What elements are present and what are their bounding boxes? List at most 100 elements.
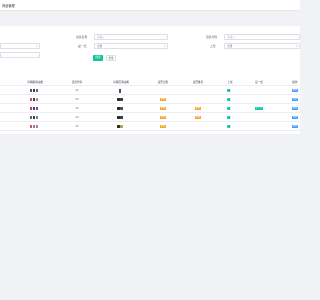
sale-edit-button[interactable]: 编辑 xyxy=(159,97,167,102)
col-header-sale: 是否出售 xyxy=(157,81,169,84)
slide-image-cell xyxy=(112,95,128,104)
code-cell: 20 xyxy=(75,89,79,92)
edit-button[interactable]: 编辑 xyxy=(291,124,299,129)
edit-button[interactable]: 编辑 xyxy=(291,88,299,93)
thumb-figure xyxy=(29,116,33,119)
thumb-figure xyxy=(120,125,123,128)
left-select[interactable]: ▾ xyxy=(0,42,40,49)
slide-image-cell xyxy=(112,86,128,95)
listed-toggle[interactable] xyxy=(227,98,233,101)
thumb-figure xyxy=(29,89,33,92)
recommend-cell: 编辑 xyxy=(189,104,207,113)
col-header-action: 操作 xyxy=(292,81,298,84)
filter-label-is-one: 是一式 xyxy=(78,44,87,48)
item-thumbnail xyxy=(29,116,39,119)
table-row: 20 编辑 编辑 是一式 编辑 xyxy=(0,104,300,113)
name-input[interactable]: 请输入 xyxy=(94,33,168,40)
table-row: 20 编辑 编辑 xyxy=(0,122,300,131)
filter-label-code: 道具代码 xyxy=(206,35,218,39)
filter-label-listed: 上架 xyxy=(210,44,216,48)
left-extra-input[interactable] xyxy=(0,52,40,58)
table-row: 20 编辑 编辑 xyxy=(0,95,300,104)
code-cell: 20 xyxy=(75,116,79,119)
recommend-edit-button[interactable]: 编辑 xyxy=(194,106,202,111)
thumb-figure xyxy=(32,107,36,110)
thumb-figure xyxy=(29,107,33,110)
action-cell: 编辑 xyxy=(290,113,300,122)
top-bar: 商品管理 xyxy=(0,0,300,11)
chevron-down-icon: ▾ xyxy=(296,44,298,48)
item-thumbnail xyxy=(117,125,123,128)
listed-toggle[interactable] xyxy=(227,89,233,92)
listed-cell xyxy=(224,104,236,113)
table-row: 20 编辑 编辑 编辑 xyxy=(0,113,300,122)
action-cell: 编辑 xyxy=(290,86,300,95)
listed-select-value: 全部 xyxy=(227,44,233,48)
thumb-figure xyxy=(118,88,122,93)
thumb-figure xyxy=(29,125,33,128)
is-one-select[interactable]: 全部 ▾ xyxy=(94,42,168,49)
search-button[interactable]: 搜索 xyxy=(93,55,103,61)
detail-image-cell xyxy=(22,86,46,95)
item-thumbnail xyxy=(29,98,39,101)
detail-image-cell xyxy=(22,113,46,122)
thumb-figure xyxy=(35,116,39,119)
action-cell: 编辑 xyxy=(290,122,300,131)
sale-edit-button[interactable]: 编辑 xyxy=(159,124,167,129)
item-thumbnail xyxy=(118,88,122,93)
sale-cell: 编辑 xyxy=(154,113,172,122)
col-header-recommend: 是否推荐 xyxy=(192,81,204,84)
listed-select[interactable]: 全部 ▾ xyxy=(224,42,300,49)
action-cell: 编辑 xyxy=(290,95,300,104)
code-input[interactable]: 请输入 xyxy=(224,33,300,40)
code-input-placeholder: 请输入 xyxy=(227,35,235,39)
reset-button[interactable]: 重置 xyxy=(106,55,116,61)
slide-image-cell xyxy=(112,104,128,113)
listed-toggle[interactable] xyxy=(227,116,233,119)
thumb-figure xyxy=(35,89,39,92)
thumb-figure xyxy=(120,98,123,101)
thumb-figure xyxy=(35,125,39,128)
item-thumbnail xyxy=(29,89,39,92)
sale-cell: 编辑 xyxy=(154,104,172,113)
name-input-placeholder: 请输入 xyxy=(97,35,105,39)
col-header-detail-image: 详情图滑动图 xyxy=(27,81,43,84)
thumb-figure xyxy=(29,98,33,101)
thumb-figure xyxy=(32,125,36,128)
listed-toggle[interactable] xyxy=(227,107,233,110)
item-thumbnail xyxy=(117,116,123,119)
thumb-figure xyxy=(35,98,39,101)
item-thumbnail xyxy=(29,107,39,110)
edit-button[interactable]: 编辑 xyxy=(291,97,299,102)
edit-button[interactable]: 编辑 xyxy=(291,115,299,120)
filter-label-name: 道具名称 xyxy=(76,35,88,39)
listed-cell xyxy=(224,113,236,122)
listed-cell xyxy=(224,122,236,131)
col-header-code: 道具代码 xyxy=(71,81,83,84)
col-header-listed: 上架 xyxy=(227,81,233,84)
detail-image-cell xyxy=(22,95,46,104)
col-header-is-one: 是一式 xyxy=(255,81,263,84)
sale-cell: 编辑 xyxy=(154,95,172,104)
thumb-figure xyxy=(32,116,36,119)
page-title: 商品管理 xyxy=(2,4,15,8)
is-one-badge: 是一式 xyxy=(254,106,264,111)
thumb-figure xyxy=(35,107,39,110)
thumb-figure xyxy=(32,98,36,101)
thumb-figure xyxy=(120,107,123,110)
edit-button[interactable]: 编辑 xyxy=(291,106,299,111)
is-one-cell: 是一式 xyxy=(250,104,268,113)
sale-edit-button[interactable]: 编辑 xyxy=(159,106,167,111)
is-one-select-value: 全部 xyxy=(97,44,103,48)
table-row: 20 编辑 xyxy=(0,86,300,95)
listed-cell xyxy=(224,95,236,104)
listed-toggle[interactable] xyxy=(227,125,233,128)
detail-image-cell xyxy=(22,104,46,113)
item-thumbnail xyxy=(117,107,123,110)
code-cell: 20 xyxy=(75,107,79,110)
thumb-figure xyxy=(32,89,36,92)
item-thumbnail xyxy=(117,98,123,101)
thumb-figure xyxy=(120,116,123,119)
recommend-edit-button[interactable]: 编辑 xyxy=(194,115,202,120)
sale-edit-button[interactable]: 编辑 xyxy=(159,115,167,120)
